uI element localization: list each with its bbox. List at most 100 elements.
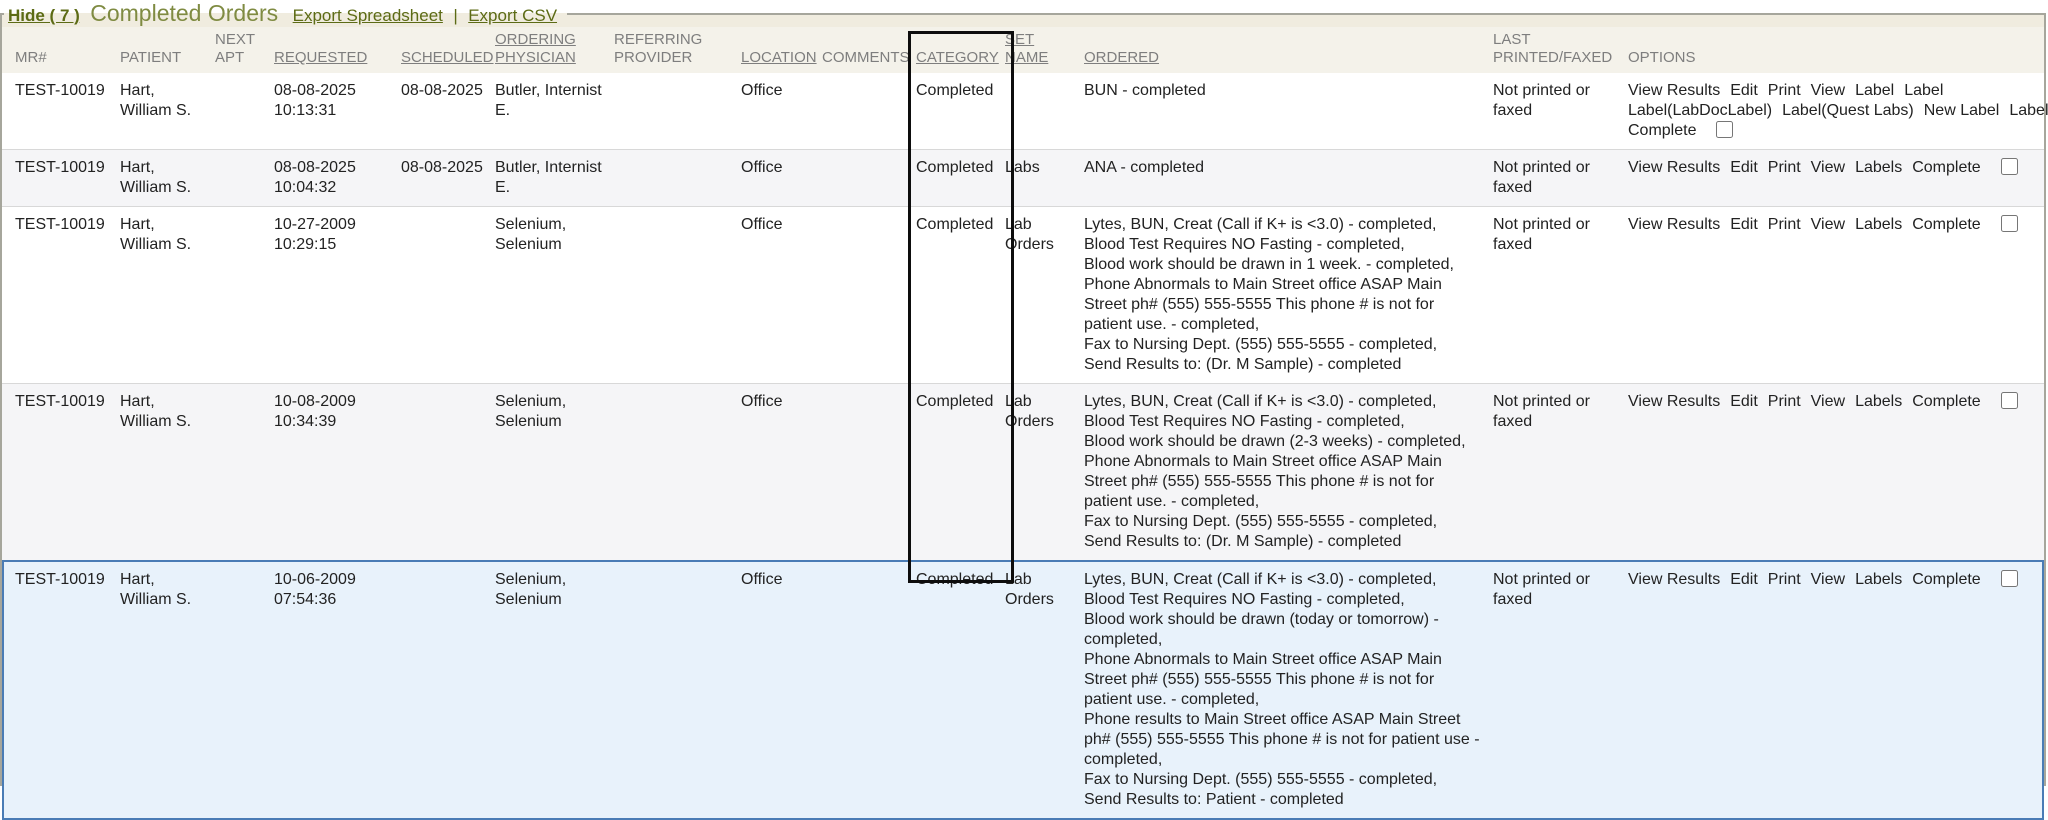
table-header: MR#PATIENTNEXT APTREQUESTEDSCHEDULEDORDE… xyxy=(2,27,2044,73)
cell-comments xyxy=(822,562,916,818)
option-edit-link[interactable]: Edit xyxy=(1730,393,1758,410)
legend-separator: | xyxy=(453,6,457,25)
option-view-results-link[interactable]: View Results xyxy=(1628,216,1720,233)
complete-checkbox[interactable] xyxy=(2001,215,2018,232)
cell-referring xyxy=(614,562,741,818)
table-row-selected[interactable]: TEST-10019Hart, William S.10-06-2009 07:… xyxy=(2,560,2044,820)
column-header-category[interactable]: CATEGORY xyxy=(916,49,1005,67)
cell-requested: 08-08-2025 10:13:31 xyxy=(274,73,401,149)
option-labels-link[interactable]: Labels xyxy=(2009,102,2048,119)
cell-location: Office xyxy=(741,562,822,818)
cell-next_apt xyxy=(215,73,274,149)
complete-checkbox[interactable] xyxy=(2001,570,2018,587)
option-label-link[interactable]: Label xyxy=(1855,82,1894,99)
column-header-comments: COMMENTS xyxy=(822,49,916,67)
cell-mr: TEST-10019 xyxy=(15,207,120,383)
option-labels-link[interactable]: Labels xyxy=(1855,159,1902,176)
option-view-link[interactable]: View xyxy=(1811,393,1845,410)
option-complete-link[interactable]: Complete xyxy=(1912,216,1980,233)
options-line: View Results Edit Print View Label Label xyxy=(1628,81,2034,101)
cell-scheduled xyxy=(401,562,495,818)
option-view-link[interactable]: View xyxy=(1811,82,1845,99)
cell-requested: 08-08-2025 10:04:32 xyxy=(274,150,401,206)
options-line: View Results Edit Print View Labels Complete xyxy=(1628,570,2034,590)
column-header-options: OPTIONS xyxy=(1628,49,2042,67)
option-view-link[interactable]: View xyxy=(1811,216,1845,233)
option-edit-link[interactable]: Edit xyxy=(1730,571,1758,588)
option-view-results-link[interactable]: View Results xyxy=(1628,571,1720,588)
complete-checkbox[interactable] xyxy=(1716,121,1733,138)
column-header-location[interactable]: LOCATION xyxy=(741,49,822,67)
option-labels-link[interactable]: Labels xyxy=(1855,571,1902,588)
cell-set_name: Lab Orders xyxy=(1005,562,1084,818)
cell-options: View Results Edit Print View Labels Complete xyxy=(1628,562,2042,818)
option-view-results-link[interactable]: View Results xyxy=(1628,159,1720,176)
cell-scheduled xyxy=(401,207,495,383)
option-new-label-link[interactable]: New Label xyxy=(1924,102,2000,119)
option-label-quest-labs--link[interactable]: Label(Quest Labs) xyxy=(1782,102,1914,119)
option-edit-link[interactable]: Edit xyxy=(1730,216,1758,233)
cell-set_name: Lab Orders xyxy=(1005,207,1084,383)
option-view-link[interactable]: View xyxy=(1811,571,1845,588)
cell-patient: Hart, William S. xyxy=(120,562,215,818)
option-labels-link[interactable]: Labels xyxy=(1855,216,1902,233)
complete-checkbox[interactable] xyxy=(2001,158,2018,175)
cell-set_name: Labs xyxy=(1005,150,1084,206)
cell-scheduled: 08-08-2025 xyxy=(401,73,495,149)
option-complete-link[interactable]: Complete xyxy=(1912,393,1980,410)
option-edit-link[interactable]: Edit xyxy=(1730,82,1758,99)
cell-physician: Butler, Internist E. xyxy=(495,150,614,206)
cell-ordered: Lytes, BUN, Creat (Call if K+ is <3.0) -… xyxy=(1084,207,1493,383)
cell-location: Office xyxy=(741,207,822,383)
cell-mr: TEST-10019 xyxy=(15,384,120,560)
option-label-link[interactable]: Label xyxy=(1904,82,1943,99)
options-line: View Results Edit Print View Labels Complete xyxy=(1628,215,2034,235)
option-print-link[interactable]: Print xyxy=(1768,82,1801,99)
option-view-link[interactable]: View xyxy=(1811,159,1845,176)
option-edit-link[interactable]: Edit xyxy=(1730,159,1758,176)
option-view-results-link[interactable]: View Results xyxy=(1628,393,1720,410)
column-header-ordered[interactable]: ORDERED xyxy=(1084,49,1493,67)
hide-link[interactable]: Hide ( 7 ) xyxy=(8,6,80,25)
cell-last_printed: Not printed or faxed xyxy=(1493,73,1628,149)
column-header-scheduled[interactable]: SCHEDULED xyxy=(401,49,495,67)
cell-next_apt xyxy=(215,562,274,818)
ordered-item: Phone Abnormals to Main Street office AS… xyxy=(1084,275,1485,335)
option-print-link[interactable]: Print xyxy=(1768,216,1801,233)
option-complete-link[interactable]: Complete xyxy=(1912,159,1980,176)
cell-last_printed: Not printed or faxed xyxy=(1493,384,1628,560)
cell-comments xyxy=(822,384,916,560)
cell-scheduled: 08-08-2025 xyxy=(401,150,495,206)
cell-referring xyxy=(614,73,741,149)
cell-referring xyxy=(614,207,741,383)
cell-mr: TEST-10019 xyxy=(15,150,120,206)
table-row[interactable]: TEST-10019Hart, William S.08-08-2025 10:… xyxy=(2,149,2044,206)
column-header-physician[interactable]: ORDERING PHYSICIAN xyxy=(495,31,614,67)
complete-checkbox[interactable] xyxy=(2001,392,2018,409)
cell-mr: TEST-10019 xyxy=(15,73,120,149)
table-row[interactable]: TEST-10019Hart, William S.10-27-2009 10:… xyxy=(2,206,2044,383)
ordered-item: Phone Abnormals to Main Street office AS… xyxy=(1084,650,1485,710)
cell-physician: Selenium, Selenium xyxy=(495,562,614,818)
column-header-mr: MR# xyxy=(15,49,120,67)
option-print-link[interactable]: Print xyxy=(1768,159,1801,176)
column-header-referring: REFERRING PROVIDER xyxy=(614,31,741,67)
option-complete-link[interactable]: Complete xyxy=(1628,122,1696,139)
options-line: Label(LabDocLabel) Label(Quest Labs) New L… xyxy=(1628,101,2034,121)
option-complete-link[interactable]: Complete xyxy=(1912,571,1980,588)
option-labels-link[interactable]: Labels xyxy=(1855,393,1902,410)
option-label-labdoclabel--link[interactable]: Label(LabDocLabel) xyxy=(1628,102,1772,119)
option-view-results-link[interactable]: View Results xyxy=(1628,82,1720,99)
options-line: View Results Edit Print View Labels Complete xyxy=(1628,158,2034,178)
column-header-requested[interactable]: REQUESTED xyxy=(274,49,401,67)
cell-category: Completed xyxy=(916,207,1005,383)
export-csv-link[interactable]: Export CSV xyxy=(468,6,557,25)
table-row[interactable]: TEST-10019Hart, William S.08-08-2025 10:… xyxy=(2,73,2044,149)
option-print-link[interactable]: Print xyxy=(1768,571,1801,588)
cell-location: Office xyxy=(741,73,822,149)
table-row[interactable]: TEST-10019Hart, William S.10-08-2009 10:… xyxy=(2,383,2044,560)
column-header-set_name[interactable]: SET NAME xyxy=(1005,31,1084,67)
ordered-item: Send Results to: Patient - completed xyxy=(1084,790,1485,810)
export-spreadsheet-link[interactable]: Export Spreadsheet xyxy=(293,6,443,25)
option-print-link[interactable]: Print xyxy=(1768,393,1801,410)
